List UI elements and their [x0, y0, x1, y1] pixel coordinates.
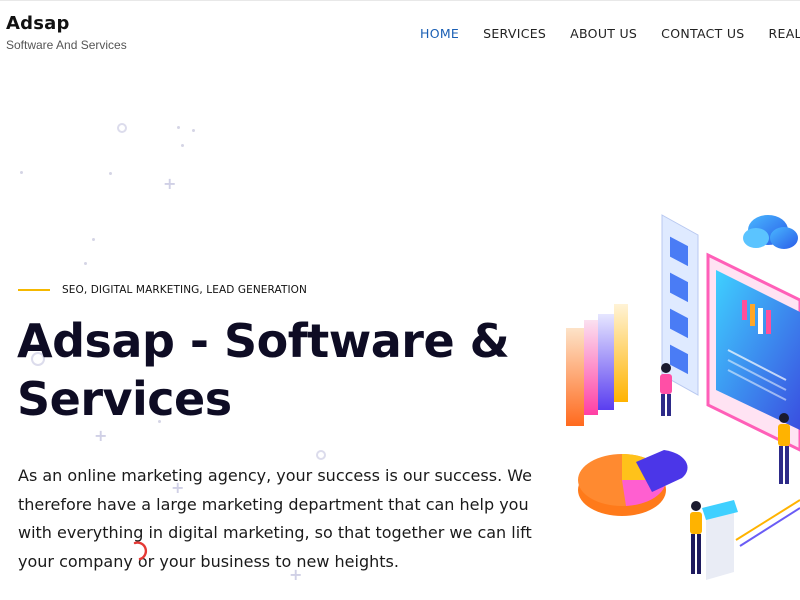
site-header: Adsap Software And Services HOME SERVICE…	[0, 0, 800, 68]
dot-decoration	[109, 172, 112, 175]
nav-item-services[interactable]: SERVICES	[483, 26, 546, 41]
nav-item-real-estate[interactable]: REAL-ES	[769, 26, 800, 41]
digital-marketing-illustration	[566, 214, 800, 580]
dot-decoration	[181, 144, 184, 147]
kiosk-terminal	[702, 500, 738, 580]
nav-item-home[interactable]: HOME	[420, 26, 459, 41]
nav-item-contact-us[interactable]: CONTACT US	[661, 26, 744, 41]
site-title[interactable]: Adsap	[6, 13, 127, 34]
bar-pillars	[566, 304, 628, 426]
plus-decoration: +	[163, 174, 177, 193]
dot-decoration	[20, 171, 23, 174]
hero-description: As an online marketing agency, your succ…	[18, 466, 532, 571]
plus-decoration: +	[94, 426, 108, 445]
hero-eyebrow: SEO, DIGITAL MARKETING, LEAD GENERATION	[18, 284, 307, 296]
dot-decoration	[84, 262, 87, 265]
ring-decoration	[117, 123, 127, 133]
dot-decoration	[177, 126, 180, 129]
nav-item-about-us[interactable]: ABOUT US	[570, 26, 637, 41]
dot-decoration	[92, 238, 95, 241]
pie-chart-icon	[578, 450, 688, 516]
cloud-icon	[743, 215, 798, 249]
ring-decoration	[316, 450, 326, 460]
site-tagline: Software And Services	[6, 38, 127, 52]
brand[interactable]: Adsap Software And Services	[6, 13, 127, 52]
loading-arc-icon	[133, 541, 148, 561]
hero-title: Adsap - Software & Services	[17, 314, 510, 426]
eyebrow-text: SEO, DIGITAL MARKETING, LEAD GENERATION	[62, 284, 307, 296]
main-navigation: HOME SERVICES ABOUT US CONTACT US REAL-E…	[420, 26, 800, 41]
dot-decoration	[192, 129, 195, 132]
eyebrow-accent-line	[18, 289, 50, 291]
person-figure	[690, 501, 702, 574]
